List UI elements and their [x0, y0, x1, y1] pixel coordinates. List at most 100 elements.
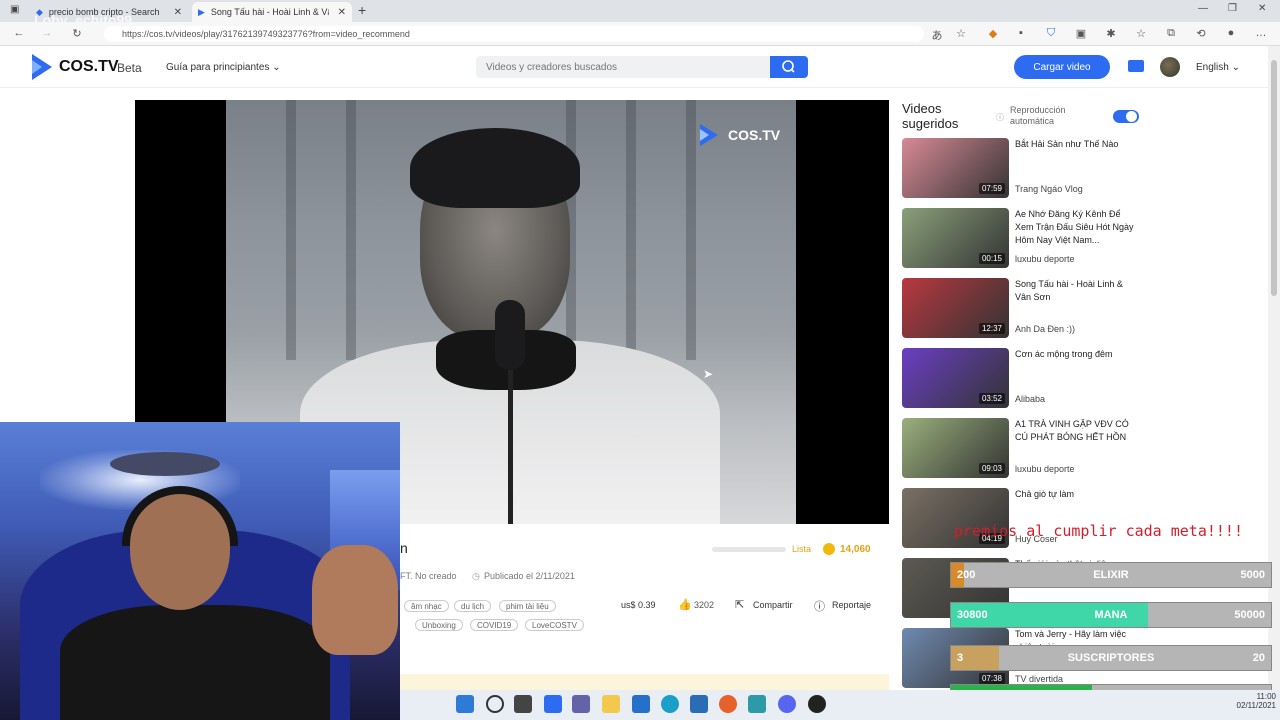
- costv-logo-icon[interactable]: [32, 54, 52, 80]
- more-menu-icon[interactable]: …: [1254, 27, 1268, 39]
- taskbar-clock[interactable]: 11:00 02/11/2021: [1232, 692, 1276, 710]
- mouse-cursor-icon: ➤: [703, 367, 714, 381]
- goal-label: MANA: [1094, 609, 1128, 621]
- language-select[interactable]: English ⌄: [1196, 62, 1240, 73]
- costv-favicon-icon: ▶: [198, 6, 205, 17]
- published-date: Publicado el 2/11/2021: [484, 571, 575, 581]
- video-item-title[interactable]: Ae Nhớ Đăng Ký Kênh Để Xem Trận Đấu Siêu…: [1015, 208, 1140, 247]
- suggested-video-item[interactable]: 09:03 A1 TRÀ VINH GẶP VĐV CÓ CÚ PHÁT BÓNG…: [902, 418, 1142, 480]
- goal-bar-elixir: 200 ELIXIR 5000: [950, 562, 1272, 588]
- scrollbar-thumb[interactable]: [1271, 60, 1277, 296]
- video-thumbnail[interactable]: 09:03: [902, 418, 1009, 478]
- file-explorer-icon[interactable]: [602, 695, 620, 713]
- suggested-video-item[interactable]: 12:37 Song Tấu hài - Hoài Linh & Vân Sơn A…: [902, 278, 1142, 340]
- minimize-icon[interactable]: —: [1198, 3, 1208, 14]
- search-button[interactable]: [770, 56, 808, 78]
- extension-icon[interactable]: ▪: [1014, 27, 1028, 39]
- mail-app-icon[interactable]: [690, 695, 708, 713]
- collections-icon[interactable]: ⧉: [1164, 27, 1178, 40]
- share-icon[interactable]: ⇱: [735, 598, 744, 611]
- suggested-videos-title: Videos sugeridos: [902, 101, 959, 131]
- video-item-channel[interactable]: TV divertida: [1015, 674, 1063, 684]
- shield-icon[interactable]: ⛉: [1044, 27, 1058, 40]
- suggested-video-item[interactable]: 00:15 Ae Nhớ Đăng Ký Kênh Để Xem Trận Đấu…: [902, 208, 1142, 270]
- video-item-title[interactable]: Cơn ác mộng trong đêm: [1015, 348, 1140, 361]
- extension-icon[interactable]: ▣: [1074, 27, 1088, 40]
- clock-icon: ◷: [472, 571, 480, 581]
- translate-icon[interactable]: あ: [930, 27, 944, 43]
- metamask-icon[interactable]: ◆: [986, 27, 1000, 40]
- obs-icon[interactable]: [808, 695, 826, 713]
- info-icon: ⓘ: [996, 113, 1004, 122]
- video-duration: 07:59: [978, 183, 1005, 194]
- tag-chip[interactable]: du lịch: [454, 600, 492, 612]
- forward-icon[interactable]: →: [40, 27, 54, 39]
- tab-actions-icon[interactable]: ▣: [10, 4, 19, 15]
- close-tab-icon[interactable]: ✕: [338, 7, 346, 18]
- autoplay-toggle-knob[interactable]: [1126, 111, 1137, 122]
- video-item-title[interactable]: Song Tấu hài - Hoài Linh & Vân Sơn: [1015, 278, 1140, 304]
- maximize-icon[interactable]: ❐: [1228, 3, 1237, 14]
- like-count[interactable]: 3202: [694, 600, 714, 610]
- profile-icon[interactable]: ●: [1224, 27, 1238, 39]
- search-input[interactable]: [476, 56, 770, 78]
- goal-target-value: 20: [1252, 652, 1265, 664]
- suggested-video-item[interactable]: 07:59 Bắt Hải Sản như Thế Nào Trang Ngáo V…: [902, 138, 1142, 200]
- firefox-icon[interactable]: [719, 695, 737, 713]
- widgets-icon[interactable]: [544, 695, 562, 713]
- mail-icon[interactable]: [1128, 60, 1144, 72]
- history-icon[interactable]: ⟲: [1194, 27, 1208, 40]
- video-thumbnail[interactable]: 00:15: [902, 208, 1009, 268]
- edge-browser-icon[interactable]: [661, 695, 679, 713]
- close-window-icon[interactable]: ✕: [1258, 3, 1266, 14]
- report-icon[interactable]: ⓘ: [814, 598, 825, 614]
- video-item-channel[interactable]: Trang Ngáo Vlog: [1015, 184, 1083, 194]
- store-icon[interactable]: [632, 695, 650, 713]
- favorite-star-icon[interactable]: ☆: [954, 27, 968, 40]
- reload-icon[interactable]: ↻: [70, 27, 84, 40]
- status-label: Lista: [792, 544, 812, 554]
- upload-video-button[interactable]: Cargar video: [1014, 55, 1110, 79]
- tag-chip[interactable]: COVID19: [470, 619, 519, 631]
- video-thumbnail[interactable]: 03:52: [902, 348, 1009, 408]
- video-item-title[interactable]: Chả giò tự làm: [1015, 488, 1140, 501]
- video-thumbnail[interactable]: 07:59: [902, 138, 1009, 198]
- url-field[interactable]: https://cos.tv/videos/play/3176213974932…: [104, 26, 924, 42]
- report-button[interactable]: Reportaje: [832, 600, 871, 610]
- video-item-title[interactable]: A1 TRÀ VINH GẶP VĐV CÓ CÚ PHÁT BÓNG HẾT …: [1015, 418, 1140, 444]
- suggested-video-item[interactable]: 04:19 Chả giò tự làm Huy Coser: [902, 488, 1142, 550]
- search-icon[interactable]: [486, 695, 504, 713]
- site-logo-text[interactable]: COS.TV: [59, 58, 119, 76]
- tag-chip[interactable]: phim tài liệu: [499, 600, 556, 612]
- puzzle-icon[interactable]: ✱: [1104, 27, 1118, 40]
- promo-banner[interactable]: [400, 674, 889, 690]
- video-item-channel[interactable]: Alibaba: [1015, 394, 1045, 404]
- favorites-icon[interactable]: ☆: [1134, 27, 1148, 40]
- new-tab-icon[interactable]: +: [358, 2, 366, 18]
- tag-chip[interactable]: âm nhạc: [404, 600, 449, 612]
- guide-menu[interactable]: Guía para principiantes ⌄: [166, 62, 281, 73]
- discord-icon[interactable]: [778, 695, 796, 713]
- video-item-title[interactable]: Bắt Hải Sản như Thế Nào: [1015, 138, 1140, 151]
- chat-icon[interactable]: [572, 695, 590, 713]
- avatar[interactable]: [1160, 57, 1180, 77]
- search-icon: [782, 60, 795, 73]
- notepad-icon[interactable]: [748, 695, 766, 713]
- tab-video[interactable]: ▶ Song Tấu hài - Hoài Linh & Vân Sơn ✕: [192, 2, 352, 22]
- close-tab-icon[interactable]: ✕: [174, 7, 182, 18]
- share-button[interactable]: Compartir: [753, 600, 793, 610]
- video-item-channel[interactable]: luxubu deporte: [1015, 254, 1075, 264]
- thumbs-up-icon[interactable]: 👍: [678, 598, 692, 611]
- windows-start-icon[interactable]: [456, 695, 474, 713]
- tag-chip[interactable]: LoveCOSTV: [525, 619, 584, 631]
- browser-tab-bar: ◆ precio bomb cripto - Search ✕ ▶ Song T…: [0, 0, 1280, 22]
- task-view-icon[interactable]: [514, 695, 532, 713]
- video-item-channel[interactable]: Anh Da Đen :)): [1015, 324, 1075, 334]
- chevron-down-icon: ⌄: [272, 62, 281, 73]
- back-icon[interactable]: ←: [12, 27, 26, 39]
- video-item-channel[interactable]: luxubu deporte: [1015, 464, 1075, 474]
- goal-bar-mana: 30800 MANA 50000: [950, 602, 1272, 628]
- suggested-video-item[interactable]: 03:52 Cơn ác mộng trong đêm Alibaba: [902, 348, 1142, 410]
- tag-chip[interactable]: Unboxing: [415, 619, 463, 631]
- video-thumbnail[interactable]: 12:37: [902, 278, 1009, 338]
